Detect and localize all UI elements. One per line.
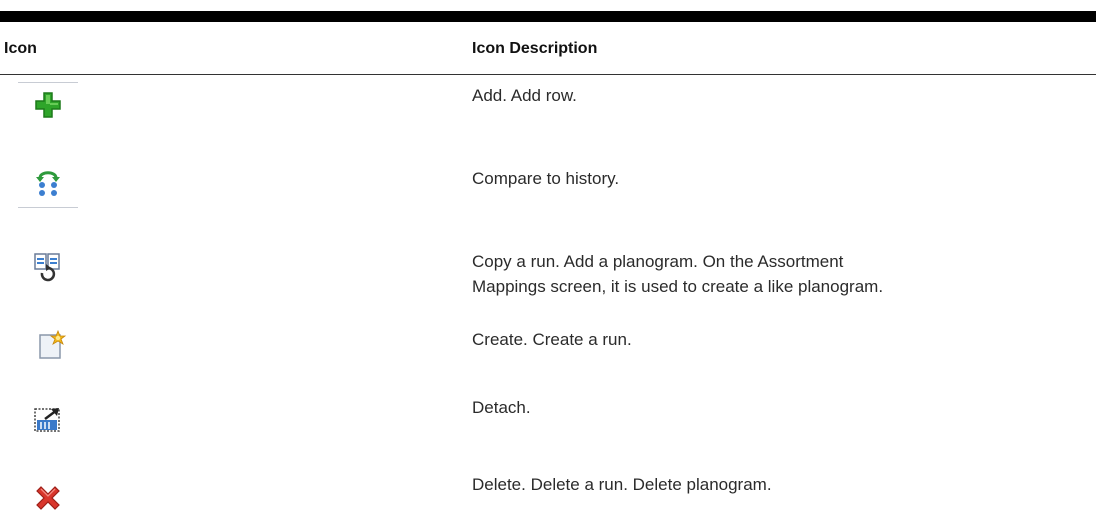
add-icon (32, 89, 64, 121)
row-description: Add. Add row. (472, 86, 577, 105)
delete-icon (32, 482, 64, 514)
header-icon-description: Icon Description (472, 40, 598, 57)
row-description: Delete. Delete a run. Delete planogram. (472, 475, 772, 494)
row-description: Create. Create a run. (472, 330, 632, 349)
copy-run-icon (32, 251, 64, 283)
row-description: Detach. (472, 398, 531, 417)
detach-icon (32, 404, 64, 436)
create-icon (36, 329, 68, 361)
row-description: Copy a run. Add a planogram. On the Asso… (472, 252, 884, 296)
header-rule (0, 74, 1096, 75)
icon-divider (18, 207, 78, 208)
header-icon: Icon (4, 40, 37, 57)
icon-divider (18, 82, 78, 83)
top-rule (0, 11, 1096, 22)
row-description: Compare to history. (472, 169, 620, 188)
compare-history-icon (32, 166, 64, 198)
